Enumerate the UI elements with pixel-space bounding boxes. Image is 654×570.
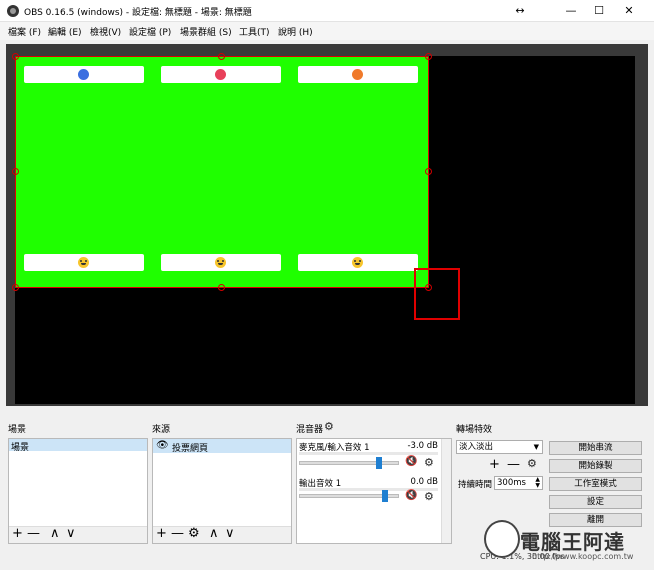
resize-handle-bottom[interactable] [218,284,225,291]
reaction-card-angry [298,66,418,83]
remove-source-button[interactable]: — [171,527,184,540]
reaction-card-wow [161,254,281,271]
resize-handle-top-right[interactable] [425,53,432,60]
volume-slider-knob[interactable] [382,490,388,502]
angry-icon [352,69,363,80]
minimize-button[interactable]: — [557,2,585,20]
add-source-button[interactable]: + [156,527,167,540]
resize-handle-right[interactable] [425,168,432,175]
duration-label: 持續時間 [458,480,493,490]
track-gear-icon[interactable]: ⚙ [424,490,434,503]
track-gear-icon[interactable]: ⚙ [424,456,434,469]
scenes-title: 場景 [8,425,27,435]
reaction-card-haha [24,254,144,271]
move-source-up-button[interactable]: ∧ [209,527,219,540]
add-scene-button[interactable]: + [12,527,23,540]
resize-handle-left[interactable] [12,168,19,175]
duration-spinbox[interactable]: 300ms ▲ ▼ [494,476,543,490]
remove-scene-button[interactable]: — [27,527,40,540]
source-name: 投票網頁 [172,444,209,454]
mixer-gear-icon[interactable]: ⚙ [324,420,334,433]
scene-name: 場景 [11,443,30,453]
remove-transition-button[interactable]: — [507,458,520,471]
visibility-eye-icon[interactable]: 👁 [156,440,169,451]
like-icon [78,69,89,80]
watermark-url: http://www.koopc.com.tw [532,552,634,561]
chevron-down-icon: ▼ [533,443,539,451]
resize-handle-bottom-left[interactable] [12,284,19,291]
audio-meter [299,452,438,455]
transition-select-value: 淡入淡出 [459,442,494,452]
mixer-track-level: -3.0 dB [407,441,438,451]
sources-title: 來源 [152,425,171,435]
duration-value: 300ms [497,478,526,488]
haha-icon [78,257,89,268]
start-recording-button[interactable]: 開始錄製 [549,459,642,473]
close-button[interactable]: ✕ [615,2,643,20]
list-item[interactable]: 場景 [9,439,147,453]
mixer-title: 混音器 [296,425,324,435]
spin-arrows-icon[interactable]: ▲ ▼ [535,477,540,489]
source-properties-gear-icon[interactable]: ⚙ [188,527,200,540]
love-icon [215,69,226,80]
menu-file[interactable]: 檔案 (F) [8,25,41,38]
transition-select[interactable]: 淡入淡出 ▼ [456,440,543,454]
transition-gear-icon[interactable]: ⚙ [527,457,537,470]
menu-view[interactable]: 檢視(V) [90,25,121,38]
mixer-scrollbar[interactable] [441,439,451,543]
menu-edit[interactable]: 編輯 (E) [48,25,82,38]
volume-slider-knob[interactable] [376,457,382,469]
start-streaming-button[interactable]: 開始串流 [549,441,642,455]
move-scene-up-button[interactable]: ∧ [50,527,60,540]
move-source-down-button[interactable]: ∨ [225,527,235,540]
reaction-card-love [161,66,281,83]
menu-profile[interactable]: 設定檔 (P) [129,25,171,38]
settings-button[interactable]: 設定 [549,495,642,509]
resize-handle-top-left[interactable] [12,53,19,60]
move-scene-down-button[interactable]: ∨ [66,527,76,540]
menu-tools[interactable]: 工具(T) [239,25,270,38]
reaction-card-like [24,66,144,83]
maximize-button[interactable]: ☐ [585,2,613,20]
wow-icon [215,257,226,268]
obs-logo-icon [7,5,19,17]
window-title: OBS 0.16.5 (windows) - 設定檔: 無標題 - 場景: 無標… [24,8,252,18]
watermark-mascot-icon [484,520,520,558]
menu-scene-collection[interactable]: 場景群組 (S) [180,25,232,38]
studio-mode-button[interactable]: 工作室模式 [549,477,642,491]
menu-help[interactable]: 說明 (H) [278,25,313,38]
list-item[interactable]: 👁 投票網頁 [153,439,291,454]
resize-handle-top[interactable] [218,53,225,60]
add-transition-button[interactable]: + [489,458,500,471]
sad-icon [352,257,363,268]
mute-icon[interactable]: 🔇 [405,456,417,467]
reaction-card-sad [298,254,418,271]
annotation-highlight-box [414,268,460,320]
mute-icon[interactable]: 🔇 [405,490,417,501]
watermark-text: 電腦王阿達 [520,530,625,554]
volume-slider-track[interactable] [299,461,399,465]
exit-button[interactable]: 離開 [549,513,642,527]
transitions-title: 轉場特效 [456,425,493,435]
resize-icon[interactable]: ↔ [506,2,534,20]
mixer-track-level: 0.0 dB [410,477,438,487]
